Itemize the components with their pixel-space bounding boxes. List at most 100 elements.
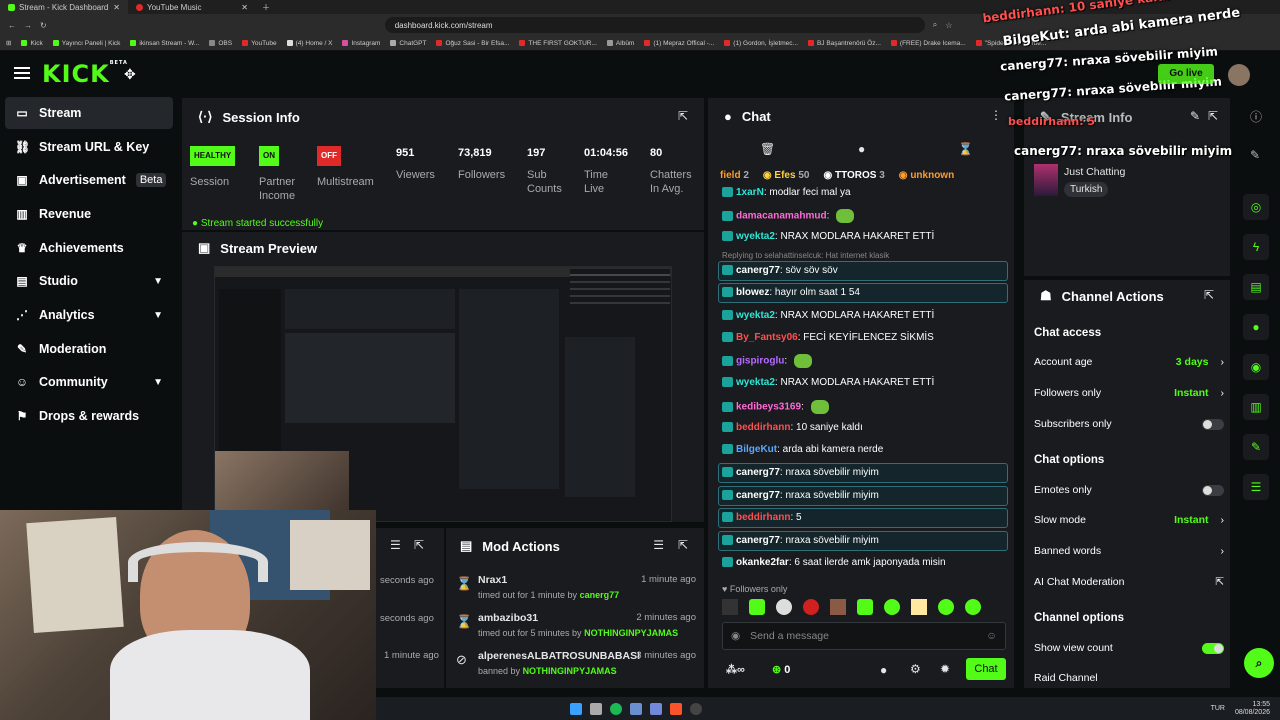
filter-icon[interactable]: ☰ <box>653 538 664 552</box>
sidebar-item-achievements[interactable]: ♛ Achievements <box>5 232 173 264</box>
chat-message[interactable]: canerg77: nraxa sövebilir miyim <box>722 535 879 546</box>
sidebar-item-studio[interactable]: ▤ Studio ▼ <box>5 265 173 297</box>
chatters-icon[interactable]: ⁂∞ <box>726 663 745 676</box>
tab-kick[interactable]: Stream - Kick Dashboard ✕ <box>0 0 128 14</box>
bookmark[interactable]: (FREE) Drake Icema... <box>890 40 966 47</box>
chat-message[interactable]: canerg77: nraxa sövebilir miyim <box>722 467 879 478</box>
zoom-icon[interactable]: ⌕ <box>933 20 937 30</box>
discord-icon[interactable] <box>650 702 662 715</box>
bookmark[interactable]: (4) Home / X <box>286 40 332 47</box>
chat-username[interactable]: beddirhann <box>736 512 790 523</box>
list-icon[interactable]: ☰ <box>1243 474 1269 500</box>
chat-username[interactable]: damacanamahmud <box>736 211 827 222</box>
chat-username[interactable]: wyekta2 <box>736 231 775 242</box>
go-live-button[interactable]: Go live <box>1158 64 1214 84</box>
slow-mode-row[interactable]: Slow mode Instant › <box>1034 514 1224 526</box>
broadcast-icon[interactable]: ◉ <box>1243 354 1269 380</box>
chat-message[interactable]: damacanamahmud: <box>722 209 855 223</box>
sidebar-item-revenue[interactable]: ▥ Revenue <box>5 198 173 230</box>
emote[interactable] <box>965 599 981 615</box>
trash-icon[interactable]: 🗑 <box>760 142 775 156</box>
chat-username[interactable]: 1xarN <box>736 187 764 198</box>
chat-message[interactable]: beddirhann: 10 saniye kaldı <box>722 422 863 433</box>
emote[interactable] <box>803 599 819 615</box>
bookmark[interactable]: ChatGPT <box>390 40 426 47</box>
chat-message[interactable]: blowez: hayır olm saat 1 54 <box>722 287 860 298</box>
bookmark[interactable]: OBS <box>209 40 232 47</box>
emote[interactable] <box>938 599 954 615</box>
pencil-icon[interactable]: ✎ <box>1250 148 1260 162</box>
chat-message[interactable]: BilgeKut: arda abi kamera nerde <box>722 444 883 455</box>
language-indicator[interactable]: TUR <box>1211 705 1225 712</box>
document-icon[interactable]: ▤ <box>1243 274 1269 300</box>
more-icon[interactable]: ⋮ <box>990 108 1002 122</box>
hourglass-icon[interactable]: ⌛ <box>958 142 973 156</box>
chat-username[interactable]: okanke2far <box>736 557 789 568</box>
info-icon[interactable]: ⓘ <box>1250 108 1262 125</box>
emote-picker-icon[interactable]: ◉ <box>731 630 740 642</box>
sidebar-item-advertisement[interactable]: ▣ Advertisement Beta <box>5 164 173 196</box>
bookmark[interactable]: (1) Mepraz Offical -... <box>644 40 714 47</box>
chat-username[interactable]: canerg77 <box>736 490 780 501</box>
chat-message[interactable]: kedibeys3169: <box>722 400 829 414</box>
gear-icon[interactable]: ⚙ <box>910 662 921 676</box>
chat-username[interactable]: gispiroglu <box>736 356 784 367</box>
chat-message[interactable]: wyekta2: NRAX MODLARA HAKARET ETTİ <box>722 377 934 388</box>
sidebar-item-drops[interactable]: ⚑ Drops & rewards <box>5 400 173 432</box>
sidebar-item-stream-url[interactable]: ⛓ Stream URL & Key <box>5 131 173 163</box>
brave-icon[interactable] <box>670 702 682 715</box>
chat-message[interactable]: By_Fantsy06: FECİ KEYİFLENCEZ SİKMİS <box>722 332 934 343</box>
emote[interactable] <box>722 599 738 615</box>
chat-username[interactable]: wyekta2 <box>736 377 775 388</box>
show-view-count-toggle[interactable] <box>1202 642 1224 654</box>
popout-icon[interactable]: ⇱ <box>678 538 688 552</box>
apps-icon[interactable]: ⊞ <box>6 39 11 47</box>
sidebar-item-stream[interactable]: ▭ Stream <box>5 97 173 129</box>
bookmark[interactable]: THE FIRST GOKTUR... <box>519 40 597 47</box>
banned-words-row[interactable]: Banned words › <box>1034 545 1224 557</box>
sidebar-item-analytics[interactable]: ⋰ Analytics ▼ <box>5 299 173 331</box>
chat-icon[interactable]: ● <box>858 142 865 156</box>
raid-channel-row[interactable]: Raid Channel <box>1034 672 1224 684</box>
followers-only-row[interactable]: Followers only Instant › <box>1034 387 1224 399</box>
chat-message[interactable]: okanke2far: 6 saat ilerde amk japonyada … <box>722 557 946 568</box>
windows-start-icon[interactable] <box>570 702 582 715</box>
camera-icon[interactable]: ◎ <box>1243 194 1269 220</box>
chat-message[interactable]: wyekta2: NRAX MODLARA HAKARET ETTİ <box>722 231 934 242</box>
chat-username[interactable]: By_Fantsy06 <box>736 332 798 343</box>
chat-username[interactable]: BilgeKut <box>736 444 777 455</box>
emote[interactable] <box>911 599 927 615</box>
back-icon[interactable]: ← <box>8 21 16 30</box>
account-age-row[interactable]: Account age 3 days › <box>1034 356 1224 368</box>
explorer-icon[interactable] <box>590 702 602 715</box>
chat-message[interactable]: 1xarN: modlar feci mal ya <box>722 187 851 198</box>
bookmark[interactable]: Oğuz Sasi - Bir Efsa... <box>436 40 509 47</box>
clock[interactable]: 13:55 08/08/2026 <box>1235 701 1270 717</box>
pin-icon[interactable]: ✥ <box>124 66 136 83</box>
chat-icon[interactable]: ● <box>1243 314 1269 340</box>
bookmark[interactable]: (1) Gordon, İşletmec... <box>724 40 798 47</box>
emote[interactable] <box>830 599 846 615</box>
lightning-icon[interactable]: ϟ <box>1243 234 1269 260</box>
wrench-icon[interactable]: ✎ <box>1243 434 1269 460</box>
popout-icon[interactable]: ⇱ <box>1204 288 1214 302</box>
chat-message[interactable]: gispiroglu: <box>722 354 812 368</box>
popout-icon[interactable]: ⇱ <box>1208 109 1218 123</box>
popout-icon[interactable]: ⇱ <box>678 109 688 123</box>
support-button[interactable]: ⌕ <box>1244 648 1274 678</box>
obs-icon[interactable] <box>690 702 702 715</box>
bookmark[interactable]: Yayıncı Paneli | Kick <box>52 40 120 47</box>
bookmark[interactable]: Kick <box>21 40 43 47</box>
badge-icon[interactable]: ✹ <box>940 662 950 676</box>
chat-username[interactable]: wyekta2 <box>736 310 775 321</box>
chat-username[interactable]: canerg77 <box>736 535 780 546</box>
sidebar-item-moderation[interactable]: ✎ Moderation <box>5 333 173 365</box>
forward-icon[interactable]: → <box>24 21 32 30</box>
chat-message[interactable]: canerg77: söv söv söv <box>722 265 838 276</box>
chat-username[interactable]: blowez <box>736 287 769 298</box>
star-icon[interactable]: ☆ <box>945 21 952 30</box>
url-input[interactable]: dashboard.kick.com/stream <box>384 17 925 33</box>
bookmark[interactable]: YouTube <box>242 40 277 47</box>
edit-icon[interactable]: ✎ <box>1190 109 1200 123</box>
spotify-icon[interactable] <box>610 702 622 715</box>
